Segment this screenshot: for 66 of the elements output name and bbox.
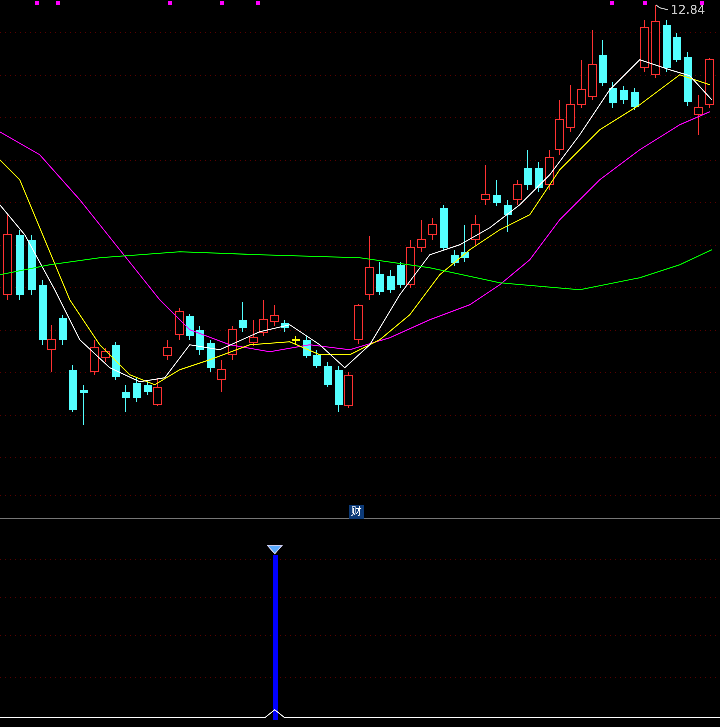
candlestick — [154, 378, 162, 406]
candlestick — [239, 302, 247, 332]
candlestick — [112, 342, 120, 380]
candlestick — [599, 40, 607, 86]
candlestick — [461, 224, 469, 262]
candlestick — [631, 88, 639, 110]
candlestick — [69, 364, 77, 412]
candlestick — [418, 220, 426, 252]
candlestick — [578, 60, 586, 108]
candlestick — [122, 384, 130, 412]
candlestick — [303, 336, 311, 358]
candlestick — [354, 304, 364, 344]
candlestick — [186, 314, 194, 340]
candlestick — [588, 30, 598, 100]
candlestick — [706, 58, 714, 108]
candlestick — [133, 378, 141, 402]
candlestick — [504, 200, 512, 232]
price-label: 12.84 — [671, 3, 706, 17]
candlestick — [428, 218, 438, 240]
candlestick — [59, 314, 67, 346]
candlestick — [640, 20, 650, 72]
candlestick — [694, 94, 704, 136]
candlestick — [620, 86, 628, 104]
candlestick — [451, 250, 459, 266]
candlestick — [102, 348, 110, 362]
candlestick — [28, 234, 36, 296]
candlestick — [80, 384, 88, 426]
candlestick — [566, 84, 576, 132]
candlestick — [218, 360, 226, 392]
candlestick — [376, 262, 384, 296]
leader-line — [656, 4, 668, 10]
candlestick — [397, 262, 405, 288]
candlestick — [366, 236, 374, 300]
finance-badge[interactable]: 财 — [349, 505, 364, 519]
candlestick — [546, 150, 554, 190]
candlestick — [609, 82, 617, 108]
candlestick — [207, 340, 215, 372]
candlestick — [524, 150, 532, 190]
candlestick — [472, 214, 480, 246]
candlestick — [48, 324, 56, 372]
candlestick — [196, 326, 204, 356]
candlestick — [663, 20, 671, 72]
candlestick — [164, 340, 172, 360]
candlestick — [556, 100, 564, 156]
candlestick — [270, 304, 280, 326]
candlestick — [176, 308, 184, 340]
candlestick — [324, 362, 332, 388]
candlestick — [482, 164, 490, 206]
candlestick — [673, 32, 681, 62]
candlestick — [281, 320, 289, 332]
candlestick — [535, 162, 543, 192]
candlestick — [292, 336, 300, 344]
candlestick — [344, 372, 354, 408]
candlestick — [16, 230, 24, 300]
candlestick — [440, 204, 448, 250]
candlestick — [684, 52, 692, 106]
candlestick — [144, 380, 152, 396]
candlestick — [90, 340, 100, 376]
candlestick — [514, 180, 522, 206]
candlestick — [250, 320, 258, 346]
candlestick — [313, 350, 321, 368]
candlestick — [335, 366, 343, 412]
candlestick — [260, 300, 268, 336]
candlestick — [406, 240, 416, 288]
candlestick — [493, 180, 501, 206]
candlestick — [387, 270, 395, 294]
